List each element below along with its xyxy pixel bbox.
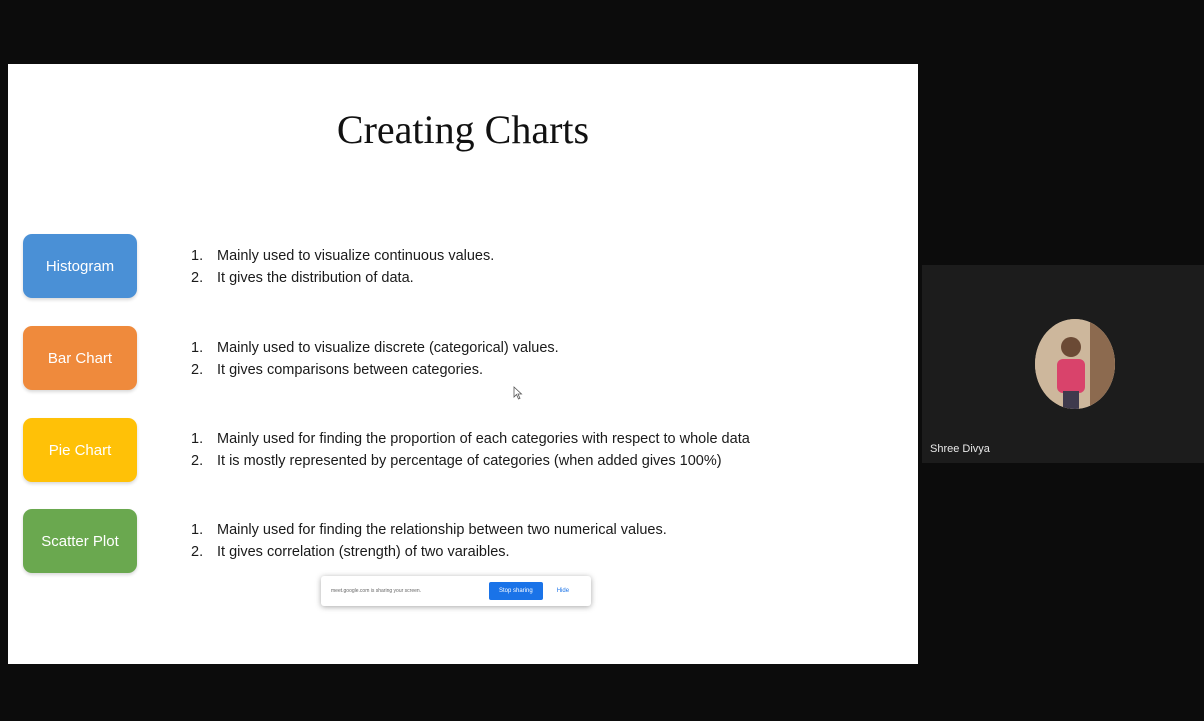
screen-share-bar: meet.google.com is sharing your screen. … [321, 576, 591, 606]
person-icon [1035, 319, 1115, 409]
pie-chart-label-box: Pie Chart [23, 418, 137, 482]
participant-name: Shree Divya [930, 443, 990, 455]
list-item: 2. It gives correlation (strength) of two… [191, 544, 510, 560]
slide-title: Creating Charts [336, 107, 590, 152]
participant-avatar [1035, 319, 1115, 409]
list-item: 2. It gives the distribution of data. [191, 270, 414, 286]
scatter-plot-label-box: Scatter Plot [23, 509, 137, 573]
histogram-label-box: Histogram [23, 234, 137, 298]
scatter-plot-description: 1. Mainly used for finding the relationsh… [191, 519, 667, 563]
cursor-icon [513, 386, 523, 400]
hide-button[interactable]: Hide [557, 588, 569, 594]
bar-chart-description: 1. Mainly used to visualize discrete (cat… [191, 337, 559, 381]
list-item: 1. Mainly used for finding the relationsh… [191, 522, 667, 538]
scatter-plot-label: Scatter Plot [41, 532, 119, 550]
participant-tile[interactable]: Shree Divya [922, 265, 1204, 463]
bar-chart-label: Bar Chart [47, 349, 113, 367]
pie-chart-description: 1. Mainly used for finding the proportion… [191, 428, 750, 472]
stop-sharing-button[interactable]: Stop sharing [489, 582, 543, 600]
list-item: 2. It is mostly represented by percentage… [191, 453, 722, 469]
histogram-description: 1. Mainly used to visualize continuous va… [191, 245, 494, 289]
list-item: 1. Mainly used to visualize discrete (cat… [191, 340, 559, 356]
pie-chart-label: Pie Chart [48, 441, 112, 459]
histogram-label: Histogram [45, 257, 115, 275]
bar-chart-label-box: Bar Chart [23, 326, 137, 390]
list-item: 2. It gives comparisons between categorie… [191, 362, 483, 378]
presentation-slide: Creating Charts Histogram 1. Mainly used … [8, 64, 918, 664]
list-item: 1. Mainly used to visualize continuous va… [191, 248, 495, 264]
list-item: 1. Mainly used for finding the proportion… [191, 431, 750, 447]
share-message: meet.google.com is sharing your screen. [331, 588, 422, 594]
